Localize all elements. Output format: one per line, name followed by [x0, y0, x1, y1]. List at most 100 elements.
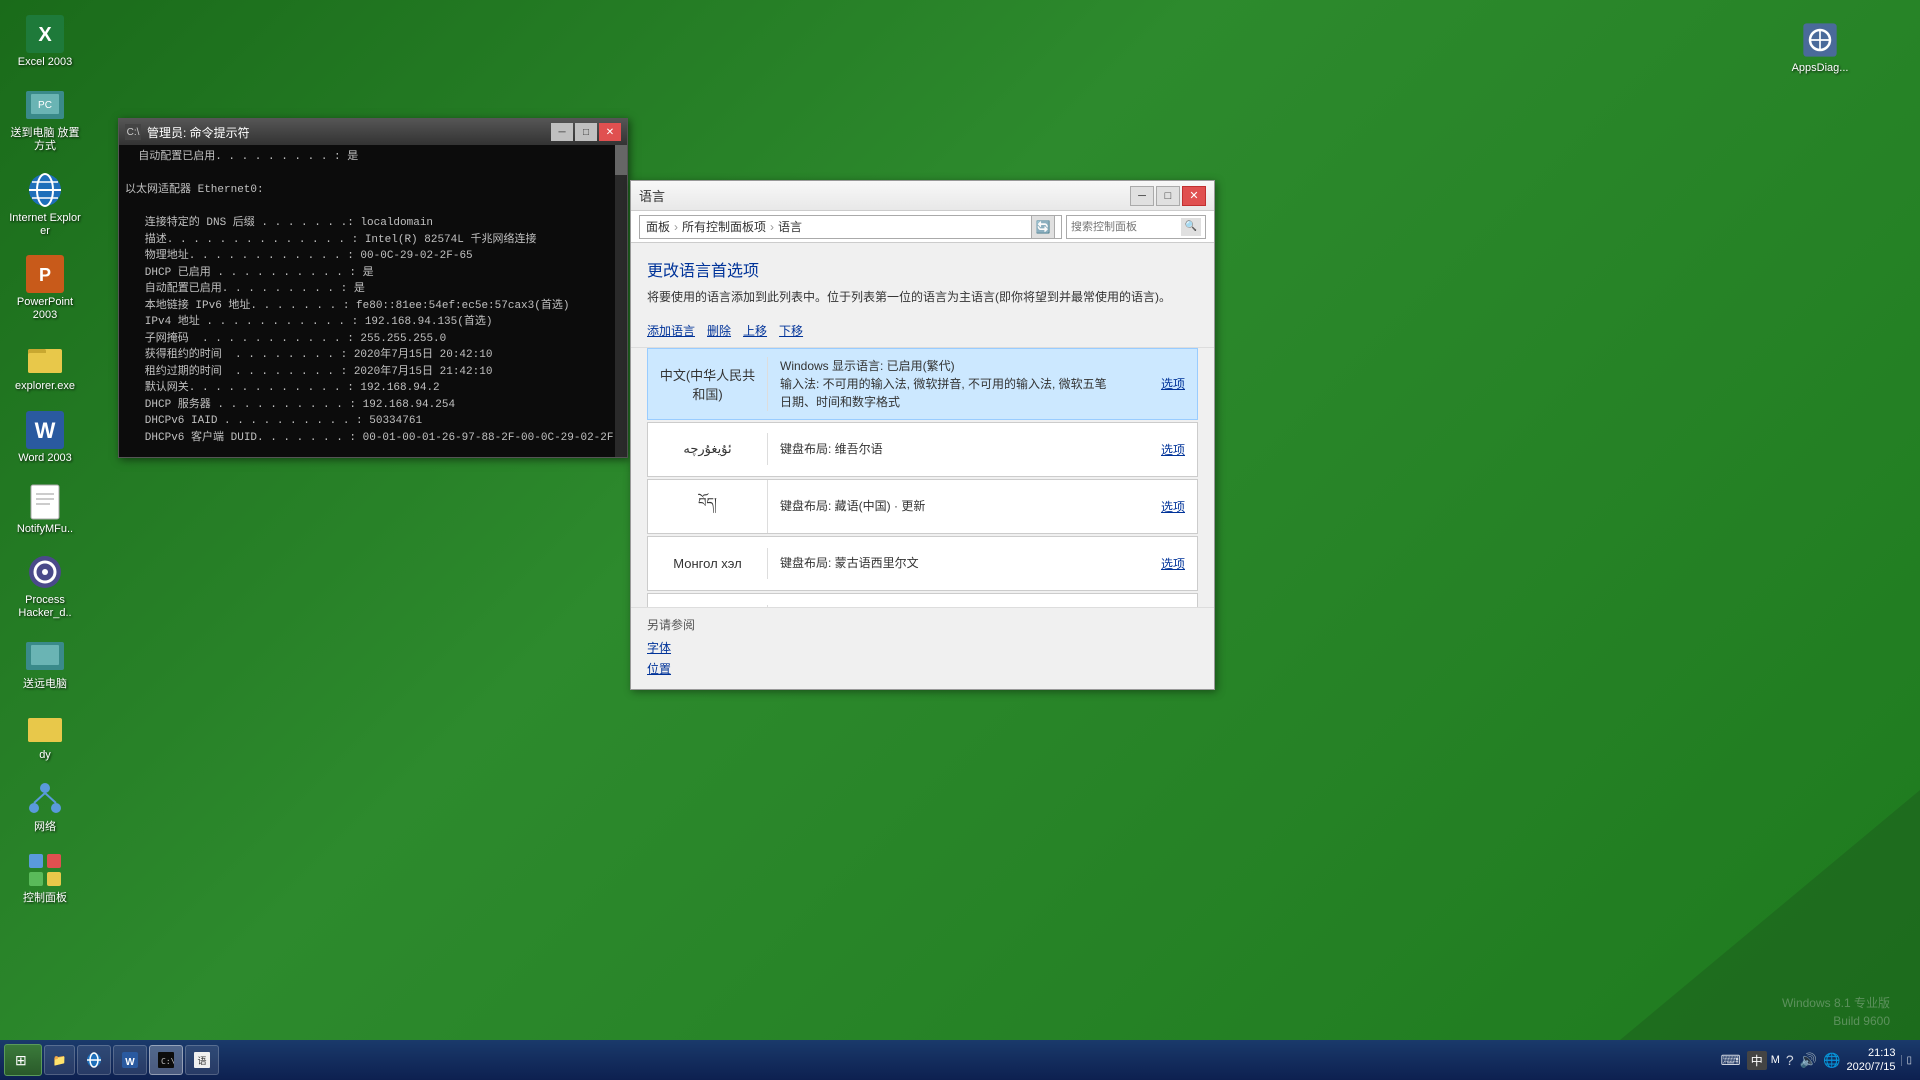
taskbar-word[interactable]: W [113, 1045, 147, 1075]
desktop-icon-word[interactable]: W Word 2003 [5, 406, 85, 469]
desktop-icon-notify[interactable]: NotifyMFu.. [5, 477, 85, 540]
breadcrumb-control-panel[interactable]: 所有控制面板项 [682, 218, 766, 235]
lang-detail-mongolian-line1: 键盘布局: 蒙古语西里尔文 [780, 554, 1137, 572]
ie-label: Internet Explorer [9, 212, 81, 238]
taskbar-lang[interactable]: 语 [185, 1045, 219, 1075]
move-down-btn[interactable]: 下移 [779, 320, 803, 341]
move-up-btn[interactable]: 上移 [743, 320, 767, 341]
lang-option-mongolian[interactable]: 选项 [1149, 547, 1197, 580]
lang-option-chinese[interactable]: 选项 [1149, 367, 1197, 400]
desktop-icon-control-panel[interactable]: 控制面板 [5, 846, 85, 909]
cmd-taskbar-icon: C:\ [158, 1052, 174, 1068]
appsdiag-label: AppsDiag... [1792, 62, 1849, 75]
win-version: Windows 8.1 专业版 [1782, 994, 1890, 1012]
appsdiag-icon [1800, 20, 1840, 60]
network-label: 网络 [34, 821, 56, 834]
taskbar-ie[interactable] [77, 1045, 111, 1075]
clock-date: 2020/7/15 [1847, 1060, 1896, 1074]
lang-item-tibetan[interactable]: བོད། 键盘布局: 藏语(中国) · 更新 选项 [647, 479, 1198, 534]
desktop-icon-process-hacker[interactable]: ProcessHacker_d.. [5, 548, 85, 624]
svg-text:语: 语 [198, 1056, 207, 1066]
lang-item-mongolian[interactable]: Монгол хэл 键盘布局: 蒙古语西里尔文 选项 [647, 536, 1198, 591]
search-button[interactable]: 🔍 [1181, 218, 1201, 236]
delete-lang-btn[interactable]: 删除 [707, 320, 731, 341]
cmd-scrollbar[interactable] [615, 145, 627, 457]
cmd-close-btn[interactable]: ✕ [599, 123, 621, 141]
svg-text:W: W [126, 1057, 136, 1068]
lang-detail-belarusian: 键盘布局: 白俄罗斯语 [768, 603, 1149, 607]
lang-item-belarusian[interactable]: Беларуская 键盘布局: 白俄罗斯语 选项 [647, 593, 1198, 607]
send2-label: 送远电脑 [23, 678, 67, 691]
desktop-icon-dy[interactable]: dy [5, 703, 85, 766]
add-lang-btn[interactable]: 添加语言 [647, 320, 695, 341]
lang-title: 语言 [639, 186, 665, 205]
lang-side-panel: 另请参阅 字体 位置 [631, 607, 1214, 689]
lang-item-chinese[interactable]: 中文(中华人民共和国) Windows 显示语言: 已启用(繁代) 输入法: 不… [647, 348, 1198, 420]
file-explorer-taskbar-icon: 📁 [53, 1054, 67, 1067]
clock-time: 21:13 [1847, 1046, 1896, 1060]
notify-label: NotifyMFu.. [17, 523, 73, 536]
keyboard-icon[interactable]: ⌨ [1720, 1052, 1740, 1069]
send2-icon [25, 636, 65, 676]
lang-minimize-btn[interactable]: ─ [1130, 186, 1154, 206]
word-taskbar-icon: W [122, 1052, 138, 1068]
breadcrumb-sep1: › [674, 220, 678, 234]
taskbar-cmd[interactable]: C:\ [149, 1045, 183, 1075]
lang-name-mongolian: Монгол хэл [648, 548, 768, 579]
lang-detail-mongolian: 键盘布局: 蒙古语西里尔文 [768, 546, 1149, 580]
lang-description: 将要使用的语言添加到此列表中。位于列表第一位的语言为主语言(即你将望到并最常使用… [647, 289, 1198, 306]
desktop-icon-network[interactable]: 网络 [5, 775, 85, 838]
desktop-icon-explorer[interactable]: explorer.exe [5, 334, 85, 397]
desktop-icon-appsdiag[interactable]: AppsDiag... [1780, 20, 1860, 75]
network-status-icon[interactable]: 🌐 [1823, 1052, 1840, 1069]
search-input[interactable] [1071, 221, 1181, 233]
lang-close-btn[interactable]: ✕ [1182, 186, 1206, 206]
desktop-icon-ppt[interactable]: P PowerPoint2003 [5, 250, 85, 326]
volume-icon[interactable]: 🔊 [1800, 1052, 1817, 1069]
ime-label[interactable]: 中 [1747, 1051, 1767, 1070]
lang-name-uyghur: ئۇيغۇرچە [648, 433, 768, 465]
lang-maximize-btn[interactable]: □ [1156, 186, 1180, 206]
refresh-btn[interactable]: 🔄 [1031, 215, 1055, 239]
desktop-icon-ie[interactable]: Internet Explorer [5, 166, 85, 242]
svg-text:C:\: C:\ [161, 1057, 174, 1066]
start-button[interactable]: ⊞ [4, 1044, 42, 1076]
dy-icon [25, 707, 65, 747]
location-link[interactable]: 位置 [647, 660, 1198, 677]
word-icon: W [25, 410, 65, 450]
lang-detail-line1: Windows 显示语言: 已启用(繁代) [780, 357, 1137, 375]
breadcrumb-panel[interactable]: 面板 [646, 218, 670, 235]
cmd-window: C:\ 管理员: 命令提示符 ─ □ ✕ 自动配置已启用. . . . . . … [118, 118, 628, 458]
explorer-label: explorer.exe [15, 380, 75, 393]
send-label: 送到电脑 放置方式 [9, 127, 81, 153]
help-icon[interactable]: ? [1786, 1052, 1794, 1068]
lang-name-chinese: 中文(中华人民共和国) [648, 357, 768, 411]
cmd-maximize-btn[interactable]: □ [575, 123, 597, 141]
lang-titlebar: 语言 ─ □ ✕ [631, 181, 1214, 211]
lang-item-uyghur[interactable]: ئۇيغۇرچە 键盘布局: 维吾尔语 选项 [647, 422, 1198, 477]
search-bar: 🔍 [1066, 215, 1206, 239]
lang-option-tibetan[interactable]: 选项 [1149, 490, 1197, 523]
lang-detail-tibetan-line1: 键盘布局: 藏语(中国) · 更新 [780, 497, 1137, 515]
taskbar-file-explorer[interactable]: 📁 [44, 1045, 76, 1075]
lang-option-uyghur[interactable]: 选项 [1149, 433, 1197, 466]
lang-detail-chinese: Windows 显示语言: 已启用(繁代) 输入法: 不可用的输入法, 微软拼音… [768, 349, 1149, 419]
show-desktop-btn[interactable]: ▯ [1901, 1055, 1912, 1066]
lang-name-belarusian: Беларуская [648, 605, 768, 607]
notify-icon [25, 481, 65, 521]
win-build: Build 9600 [1782, 1012, 1890, 1030]
dy-label: dy [39, 749, 51, 762]
network-icon [25, 779, 65, 819]
lang-option-belarusian[interactable]: 选项 [1149, 604, 1197, 607]
breadcrumb-lang[interactable]: 语言 [778, 218, 802, 235]
desktop-icon-send[interactable]: PC 送到电脑 放置方式 [5, 81, 85, 157]
lang-side-title: 另请参阅 [647, 616, 1198, 633]
desktop-icon-excel[interactable]: X Excel 2003 [5, 10, 85, 73]
cmd-minimize-btn[interactable]: ─ [551, 123, 573, 141]
font-link[interactable]: 字体 [647, 639, 1198, 656]
lang-window: 语言 ─ □ ✕ 面板 › 所有控制面板项 › 语言 🔄 🔍 [630, 180, 1215, 690]
desktop: X Excel 2003 PC 送到电脑 放置方式 [0, 0, 1920, 1080]
ie-taskbar-icon [86, 1052, 102, 1068]
taskbar-clock[interactable]: 21:13 2020/7/15 [1847, 1046, 1896, 1075]
desktop-icon-send2[interactable]: 送远电脑 [5, 632, 85, 695]
